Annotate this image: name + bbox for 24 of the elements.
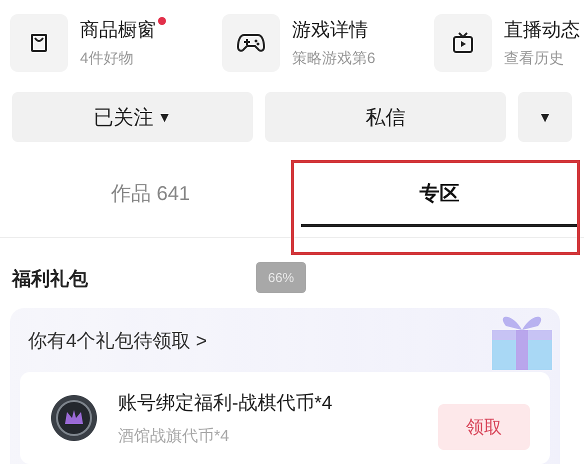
- shortcut-tile[interactable]: [10, 14, 68, 72]
- shortcut-subtitle: 查看历史: [504, 49, 564, 68]
- gift-subtitle: 酒馆战旗代币*4: [118, 426, 230, 446]
- section-title: 福利礼包: [12, 268, 89, 292]
- coin-icon: [50, 394, 98, 442]
- claim-button[interactable]: 领取: [438, 404, 530, 450]
- shortcut-tile[interactable]: [222, 14, 280, 72]
- shortcut-subtitle: 策略游戏第6: [292, 49, 376, 68]
- bag-icon: [28, 32, 50, 54]
- gift-link[interactable]: 你有4个礼包待领取 >: [20, 328, 207, 354]
- shortcut-tile[interactable]: [434, 14, 492, 72]
- action-button[interactable]: 已关注 ▼: [12, 92, 253, 142]
- zoom-toast: 66%: [256, 262, 306, 293]
- gift-title: 账号绑定福利-战棋代币*4: [118, 392, 334, 416]
- tab[interactable]: 专区: [301, 162, 578, 226]
- shortcut-title: 直播动态: [504, 19, 580, 43]
- shortcut-title: 游戏详情: [292, 19, 368, 43]
- action-button[interactable]: 私信: [265, 92, 506, 142]
- shortcut-title: 商品橱窗: [80, 19, 156, 43]
- gamepad-icon: [237, 32, 265, 54]
- shortcut-subtitle: 4件好物: [80, 49, 134, 68]
- more-button[interactable]: ▼: [518, 92, 572, 142]
- tv-icon: [451, 30, 475, 54]
- tab[interactable]: 作品 641: [12, 162, 289, 226]
